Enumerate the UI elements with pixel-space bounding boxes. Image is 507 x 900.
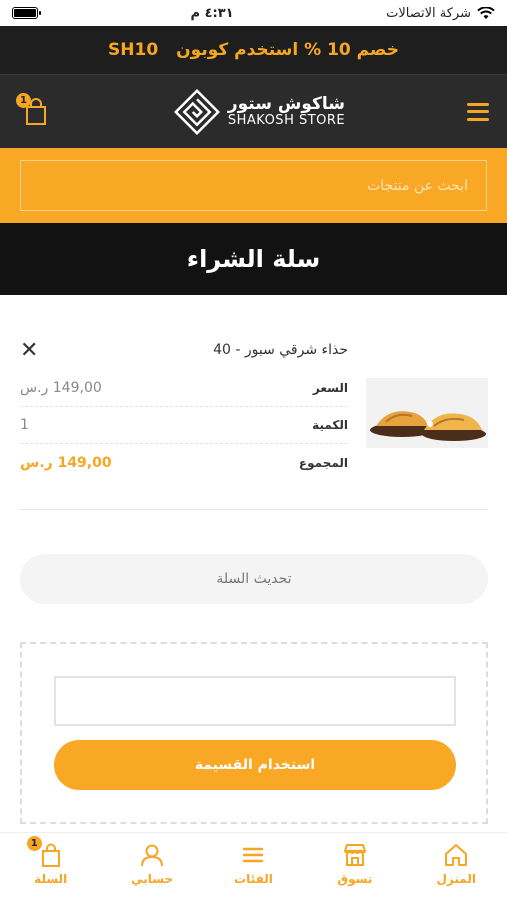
wifi-icon [477,6,495,19]
tab-account-label: حسابي [131,871,174,886]
tab-cart-label: السلة [34,871,68,886]
search-bar [0,148,507,223]
price-value: 149,00 ر.س [20,380,102,396]
header-cart-button[interactable]: 1 [16,92,52,129]
item-name[interactable]: حذاء شرقي سبور - 40 [213,342,348,358]
logo-english: SHAKOSH STORE [227,112,346,128]
status-bar: ٤:٣١ م شركة الاتصالات [0,0,507,26]
app-header: 1 شاكوش ستور SHAKOSH STORE [0,74,507,148]
total-row: المجموع 149,00 ر.س [20,444,348,481]
total-label: المجموع [298,455,348,470]
hamburger-menu-icon[interactable] [467,102,489,121]
coupon-section: استخدام القسيمة [20,642,488,824]
store-logo[interactable]: شاكوش ستور SHAKOSH STORE [173,88,346,135]
tab-home-label: المنزل [436,871,476,886]
tab-home[interactable]: المنزل [416,842,496,886]
logo-arabic: شاكوش ستور [227,94,345,114]
user-icon [141,844,164,866]
tab-categories-label: الفئات [234,871,273,886]
price-label: السعر [312,381,348,395]
store-icon [343,843,366,866]
tab-categories[interactable]: الفئات [213,842,293,886]
logo-mark-icon [173,88,220,135]
tab-shop[interactable]: تسوق [315,842,395,886]
title-banner: سلة الشراء [0,223,507,295]
remove-item-button[interactable]: ✕ [20,340,38,362]
page-title: سلة الشراء [186,245,321,273]
home-icon [445,843,468,866]
product-thumbnail[interactable] [366,378,488,448]
promo-banner: خصم 10 % استخدم كوبون SH10 [0,26,507,74]
cart-item: ✕ حذاء شرقي سبور - 40 السعر 149,00 ر.س ا… [20,330,488,510]
promo-code: SH10 [108,40,159,60]
update-cart-button[interactable]: تحديث السلة [20,554,488,604]
tab-cart[interactable]: 1 السلة [11,835,91,886]
promo-text: خصم 10 % استخدم كوبون [176,40,399,60]
total-value: 149,00 ر.س [20,454,112,471]
cart-count-badge: 1 [16,92,31,108]
carrier-name: شركة الاتصالات [386,5,471,21]
quantity-row: الكمية 1 [20,407,348,444]
quantity-input[interactable]: 1 [20,417,29,433]
search-input[interactable] [20,160,487,211]
status-time: ٤:٣١ م [190,5,234,21]
apply-coupon-button[interactable]: استخدام القسيمة [54,740,456,790]
item-details: السعر 149,00 ر.س الكمية 1 المجموع 149,00… [20,370,348,481]
price-row: السعر 149,00 ر.س [20,370,348,407]
menu-icon [243,847,264,862]
status-right: شركة الاتصالات [386,6,495,21]
tab-cart-badge: 1 [26,835,42,851]
coupon-input[interactable] [54,676,456,726]
tab-shop-label: تسوق [337,871,373,886]
battery-icon [12,7,41,19]
tab-account[interactable]: حسابي [112,842,192,886]
quantity-label: الكمية [312,418,348,432]
bottom-tab-bar: المنزل تسوق الفئات حسابي 1 السلة [0,832,507,900]
